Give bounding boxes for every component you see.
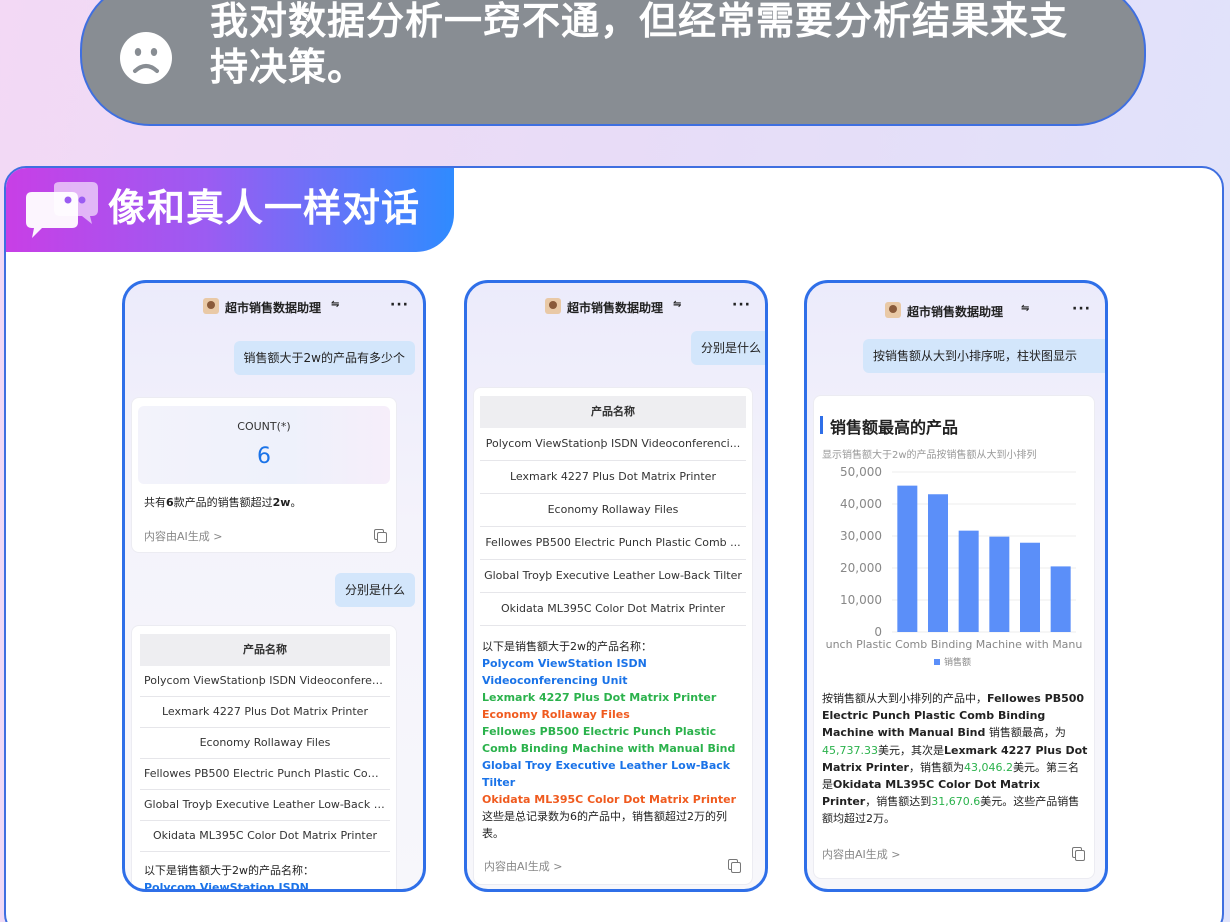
table-row: Polycom ViewStationþ ISDN Videoconferenc…	[140, 666, 390, 697]
app-header: 超市销售数据助理 ⇋ ···	[125, 297, 423, 317]
app-name: 超市销售数据助理	[567, 301, 664, 315]
y-tick-label: 0	[874, 625, 882, 639]
answer-card: 销售额最高的产品 显示销售额大于2w的产品按销售额从大到小排列 50,000 40…	[813, 395, 1095, 879]
sad-face-icon	[120, 32, 172, 84]
legend-swatch	[934, 659, 940, 665]
phone-screen-2: 超市销售数据助理 ⇋ ··· 分别是什么 产品名称 Polycom ViewSt…	[464, 280, 768, 892]
table-row: Lexmark 4227 Plus Dot Matrix Printer	[480, 461, 746, 494]
table-header: 产品名称	[480, 396, 746, 428]
y-tick-label: 10,000	[840, 593, 882, 607]
user-message: 分别是什么	[334, 573, 415, 607]
table-row: Fellowes PB500 Electric Punch Plastic Co…	[480, 527, 746, 560]
table-row: Lexmark 4227 Plus Dot Matrix Printer	[140, 697, 390, 728]
product-item: Lexmark 4227 Plus Dot Matrix Printer	[482, 691, 717, 704]
product-item: Polycom ViewStation ISDN Videoconferenci…	[482, 657, 647, 687]
chart-title: 销售额最高的产品	[830, 418, 959, 437]
chart-subtitle: 显示销售额大于2w的产品按销售额从大到小排列	[822, 450, 1037, 461]
ai-generated-note[interactable]: 内容由AI生成 >	[144, 528, 222, 544]
y-tick-label: 20,000	[840, 561, 882, 575]
copy-icon[interactable]	[1072, 847, 1085, 861]
table-row: Global Troyþ Executive Leather Low-Back …	[480, 560, 746, 593]
y-tick-label: 40,000	[840, 497, 882, 511]
assistant-avatar	[545, 298, 561, 314]
answer-card: 产品名称 Polycom ViewStationþ ISDN Videoconf…	[131, 625, 397, 892]
table-row: Fellowes PB500 Electric Punch Plastic Co…	[140, 759, 390, 790]
answer-card: 产品名称 Polycom ViewStationþ ISDN Videoconf…	[473, 387, 753, 885]
assistant-avatar	[885, 302, 901, 318]
more-icon[interactable]: ···	[732, 297, 751, 313]
user-message: 销售额大于2w的产品有多少个	[233, 341, 415, 375]
app-name: 超市销售数据助理	[907, 305, 1004, 319]
user-message: 按销售额从大到小排序呢，柱状图显示	[863, 339, 1105, 373]
more-icon[interactable]: ···	[390, 297, 409, 313]
answer-outro: 这些是总记录数为6的产品中，销售额超过2万的列表。	[482, 810, 727, 840]
bar-chart: 50,000 40,000 30,000 20,000 10,000 0unch Plas…	[826, 466, 1083, 668]
table-row: Okidata ML395C Color Dot Matrix Printer	[480, 593, 746, 626]
product-item: Economy Rollaway Files	[482, 708, 630, 721]
bar	[1050, 566, 1071, 632]
count-box: COUNT(*) 6	[138, 406, 390, 484]
answer-text: 以下是销售额大于2w的产品名称： Polycom ViewStation ISD…	[482, 638, 746, 842]
bar	[958, 530, 979, 632]
switch-icon[interactable]: ⇋	[331, 299, 339, 310]
count-value: 6	[257, 444, 271, 469]
switch-icon[interactable]: ⇋	[673, 299, 681, 310]
ai-generated-note[interactable]: 内容由AI生成 >	[822, 846, 900, 862]
app-name: 超市销售数据助理	[225, 301, 322, 315]
copy-icon[interactable]	[728, 859, 741, 873]
header-text: 我对数据分析一窍不通，但经常需要分析结果来支持决策。	[210, 0, 1069, 89]
count-summary: 共有6款产品的销售额超过2w。	[144, 496, 302, 509]
bar	[928, 494, 948, 632]
table-row: Economy Rollaway Files	[140, 728, 390, 759]
phone-screen-3: 超市销售数据助理 ⇋ ··· 按销售额从大到小排序呢，柱状图显示 销售额最高的产…	[804, 280, 1108, 892]
table-header: 产品名称	[140, 634, 390, 666]
copy-icon[interactable]	[374, 529, 387, 543]
main-panel: 像和真人一样对话 超市销售数据助理 ⇋ ··· 销售额大于2w的产品有多少个 C…	[4, 166, 1224, 922]
phone-screen-1: 超市销售数据助理 ⇋ ··· 销售额大于2w的产品有多少个 COUNT(*) 6…	[122, 280, 426, 892]
count-label: COUNT(*)	[237, 420, 291, 433]
table-row: Okidata ML395C Color Dot Matrix Printer	[140, 821, 390, 852]
header-banner: 我对数据分析一窍不通，但经常需要分析结果来支持决策。	[80, 0, 1146, 126]
answer-card: COUNT(*) 6 共有6款产品的销售额超过2w。 内容由AI生成 >	[131, 397, 397, 553]
answer-intro: 以下是销售额大于2w的产品名称：	[144, 864, 314, 877]
bar	[989, 536, 1010, 632]
product-item: Global Troy Executive Leather Low-Back T…	[482, 759, 731, 789]
chat-bubbles-icon	[26, 182, 98, 238]
product-link: Polycom ViewStation ISDN	[144, 881, 309, 892]
app-header: 超市销售数据助理 ⇋ ···	[807, 301, 1105, 321]
chart-summary: 按销售额从大到小排列的产品中，Fellowes PB500 Electric P…	[822, 692, 1088, 826]
bar	[1020, 542, 1040, 632]
switch-icon[interactable]: ⇋	[1021, 303, 1029, 314]
table-row: Economy Rollaway Files	[480, 494, 746, 527]
more-icon[interactable]: ···	[1072, 301, 1091, 317]
y-tick-label: 50,000	[840, 466, 882, 479]
table-row: Global Troyþ Executive Leather Low-Back …	[140, 790, 390, 821]
y-tick-label: 30,000	[840, 529, 882, 543]
answer-intro: 以下是销售额大于2w的产品名称：	[482, 640, 652, 653]
bar	[897, 485, 918, 632]
ai-generated-note[interactable]: 内容由AI生成 >	[484, 858, 562, 874]
title-accent	[820, 416, 823, 434]
legend-label: 销售额	[944, 656, 971, 668]
table-row: Polycom ViewStationþ ISDN Videoconferenc…	[480, 428, 746, 461]
feature-title: 像和真人一样对话	[108, 186, 421, 230]
product-item: Okidata ML395C Color Dot Matrix Printer	[482, 793, 737, 806]
product-item: Fellowes PB500 Electric Punch Plastic Co…	[482, 725, 736, 755]
app-header: 超市销售数据助理 ⇋ ···	[467, 297, 765, 317]
x-tick-label: unch Plastic Comb Binding Machine with M…	[826, 638, 1083, 651]
user-message: 分别是什么	[690, 331, 765, 365]
feature-banner: 像和真人一样对话	[6, 168, 454, 252]
assistant-avatar	[203, 298, 219, 314]
